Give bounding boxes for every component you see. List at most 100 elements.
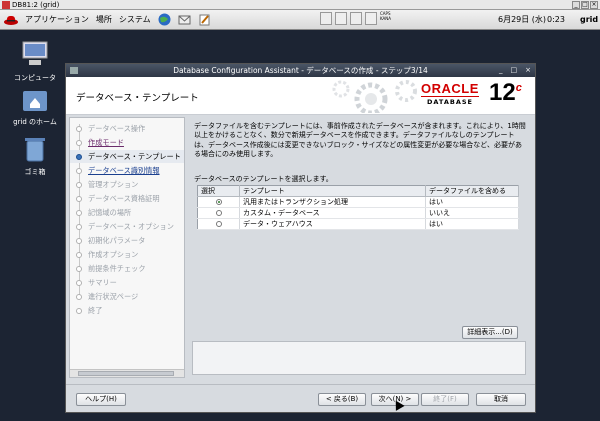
nav-step-item: データベース資格証明	[70, 192, 184, 205]
nav-step-label: 作成モード	[88, 138, 124, 147]
maximize-icon[interactable]: □	[511, 64, 518, 77]
step-indicator-icon	[76, 266, 82, 272]
edit-icon[interactable]	[198, 13, 211, 26]
nav-step-label: データベース・オプション	[88, 222, 174, 231]
table-row[interactable]: 汎用またはトランザクション処理 はい	[197, 196, 519, 208]
step-indicator-icon	[76, 182, 82, 188]
nav-step-item[interactable]: データベース・テンプレート	[70, 150, 184, 163]
page-title: データベース・テンプレート	[76, 93, 199, 104]
datafiles-cell: はい	[425, 196, 519, 208]
system-tray	[320, 12, 377, 25]
window-title: Database Configuration Assistant - データベー…	[173, 66, 428, 75]
desktop-icon-home[interactable]: grid のホーム	[0, 88, 70, 127]
desktop-icon-label: コンピュータ	[14, 74, 56, 82]
column-header-datafiles[interactable]: データファイルを含める	[425, 185, 519, 197]
step-indicator-icon	[76, 140, 82, 146]
nav-step-item: 終了	[70, 304, 184, 317]
nav-step-label: 終了	[88, 306, 103, 315]
table-row[interactable]: データ・ウェアハウス はい	[197, 218, 519, 230]
row-select-cell[interactable]	[197, 218, 240, 230]
finish-button[interactable]: 終了(F)	[421, 393, 469, 406]
nav-step-label: 進行状況ページ	[88, 292, 139, 301]
desktop-icon-trash[interactable]: ゴミ箱	[0, 136, 70, 177]
menu-applications[interactable]: アプリケーション	[25, 14, 89, 25]
window-titlebar[interactable]: Database Configuration Assistant - データベー…	[66, 64, 535, 77]
redhat-icon[interactable]	[4, 14, 18, 26]
step-navigation: データベース操作 作成モードデータベース・テンプレートデータベース識別情報 管理オプ…	[69, 117, 185, 378]
minimize-icon[interactable]: _	[572, 1, 580, 9]
menu-system[interactable]: システム	[119, 14, 151, 25]
computer-icon	[22, 41, 48, 65]
back-button[interactable]: < 戻る(B)	[318, 393, 366, 406]
vnc-title-text: DB81:2 (grid)	[12, 1, 60, 9]
column-header-template[interactable]: テンプレート	[239, 185, 426, 197]
step-indicator-icon	[76, 196, 82, 202]
datafiles-cell: はい	[425, 218, 519, 230]
message-area	[192, 341, 526, 375]
vnc-app-icon	[2, 1, 10, 9]
vnc-window-controls: _ □ ×	[572, 1, 598, 9]
details-button[interactable]: 詳細表示...(D)	[462, 326, 518, 339]
nav-step-label: 初期化パラメータ	[88, 236, 146, 245]
panel-time[interactable]: 0:23	[547, 10, 565, 30]
step-indicator-icon	[76, 238, 82, 244]
close-icon[interactable]: ×	[590, 1, 598, 9]
nav-step-item: 進行状況ページ	[70, 290, 184, 303]
nav-step-label: 前提条件チェック	[88, 264, 146, 273]
nav-step-item[interactable]: データベース識別情報	[70, 164, 184, 177]
mail-icon[interactable]	[178, 13, 191, 26]
row-select-cell[interactable]	[197, 207, 240, 219]
nav-step-item: データベース操作	[70, 122, 184, 135]
nav-step-item: 前提条件チェック	[70, 262, 184, 275]
nav-step-item: 作成オプション	[70, 248, 184, 261]
cancel-button[interactable]: 取消	[476, 393, 526, 406]
nav-step-item: 初期化パラメータ	[70, 234, 184, 247]
column-header-select[interactable]: 選択	[197, 185, 240, 197]
version-logo: 12c	[489, 79, 522, 106]
desktop-icon-label: grid のホーム	[13, 118, 57, 126]
template-name-cell: データ・ウェアハウス	[239, 218, 426, 230]
nav-horizontal-scrollbar[interactable]	[70, 369, 184, 377]
step-indicator-icon	[76, 168, 82, 174]
step-indicator-icon	[76, 224, 82, 230]
vnc-titlebar: DB81:2 (grid) _ □ ×	[0, 0, 600, 10]
template-prompt: データベースのテンプレートを選択します。	[194, 175, 333, 183]
nav-step-item: 管理オプション	[70, 178, 184, 191]
table-row[interactable]: カスタム・データベース いいえ	[197, 207, 519, 219]
datafiles-cell: いいえ	[425, 207, 519, 219]
nav-step-label: 作成オプション	[88, 250, 139, 259]
step-indicator-icon	[76, 154, 82, 160]
window-icon	[70, 67, 78, 74]
maximize-icon[interactable]: □	[581, 1, 589, 9]
help-button[interactable]: ヘルプ(H)	[76, 393, 126, 406]
close-icon[interactable]: ×	[525, 64, 531, 77]
panel-date[interactable]: 6月29日 (水)	[498, 10, 546, 30]
tray-tool-icon[interactable]	[335, 12, 347, 25]
step-indicator-icon	[76, 126, 82, 132]
panel-user[interactable]: grid	[580, 10, 598, 30]
nav-step-label: サマリー	[88, 278, 117, 287]
minimize-icon[interactable]: _	[499, 64, 503, 77]
dbca-window: Database Configuration Assistant - データベー…	[65, 63, 536, 413]
template-radio[interactable]	[215, 221, 222, 227]
template-description: データファイルを含むテンプレートには、事前作成されたデータベースが含まれます。こ…	[194, 122, 526, 158]
nav-step-label: 記憶域の場所	[88, 208, 132, 217]
desktop-icon-label: ゴミ箱	[24, 168, 46, 176]
template-radio[interactable]	[215, 199, 222, 205]
nav-step-item: サマリー	[70, 276, 184, 289]
nav-step-label: データベース資格証明	[88, 194, 160, 203]
browser-icon[interactable]	[158, 13, 171, 26]
nav-step-label: データベース・テンプレート	[88, 152, 181, 161]
tray-help-icon[interactable]	[365, 12, 377, 25]
desktop-icon-computer[interactable]: コンピュータ	[0, 40, 70, 83]
tray-keyboard-icon[interactable]	[350, 12, 362, 25]
nav-step-label: データベース操作	[88, 124, 146, 133]
trash-icon	[25, 138, 45, 162]
menu-places[interactable]: 場所	[96, 14, 112, 25]
keyboard-indicator: CAPS KANA	[380, 11, 392, 21]
row-select-cell[interactable]	[197, 196, 240, 208]
nav-step-item[interactable]: 作成モード	[70, 136, 184, 149]
tray-a-icon[interactable]	[320, 12, 332, 25]
template-radio[interactable]	[215, 210, 222, 216]
template-name-cell: カスタム・データベース	[239, 207, 426, 219]
